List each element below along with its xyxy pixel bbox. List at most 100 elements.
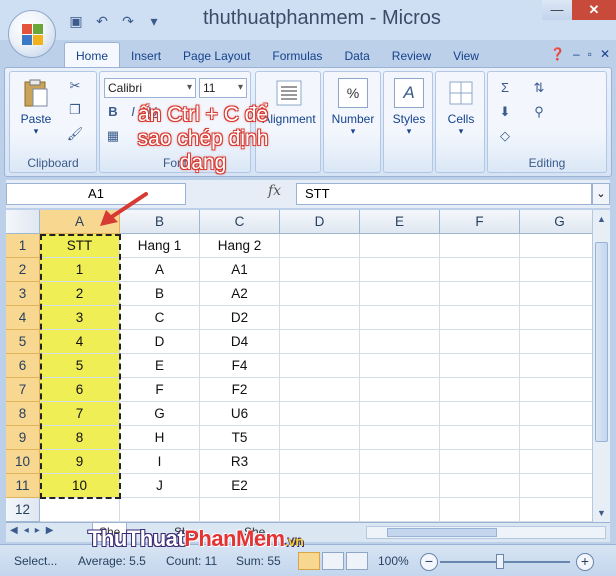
col-header-f[interactable]: F bbox=[440, 210, 520, 234]
cell-b8[interactable]: G bbox=[120, 402, 200, 426]
col-header-d[interactable]: D bbox=[280, 210, 360, 234]
tab-insert[interactable]: Insert bbox=[120, 44, 172, 68]
cell-c10[interactable]: R3 bbox=[200, 450, 280, 474]
scroll-up-icon[interactable]: ▲ bbox=[595, 212, 608, 226]
cell-e1[interactable] bbox=[360, 234, 440, 258]
cell-g12[interactable] bbox=[520, 498, 592, 522]
cell-a12[interactable] bbox=[40, 498, 120, 522]
cell-c1[interactable]: Hang 2 bbox=[200, 234, 280, 258]
row-header[interactable]: 4 bbox=[6, 306, 40, 330]
copy-icon[interactable]: ❐ bbox=[66, 102, 84, 118]
cell-a1[interactable]: STT bbox=[40, 234, 120, 258]
next-sheet-icon[interactable]: ▸ bbox=[35, 525, 40, 536]
cell-f11[interactable] bbox=[440, 474, 520, 498]
cell-c2[interactable]: A1 bbox=[200, 258, 280, 282]
cell-b7[interactable]: F bbox=[120, 378, 200, 402]
undo-icon[interactable]: ↶ bbox=[92, 12, 112, 30]
tab-page-layout[interactable]: Page Layout bbox=[172, 44, 261, 68]
ribbon-close-icon[interactable]: ✕ bbox=[600, 47, 610, 61]
cell-g7[interactable] bbox=[520, 378, 592, 402]
find-select-icon[interactable]: ⚲ bbox=[530, 104, 548, 120]
cell-b11[interactable]: J bbox=[120, 474, 200, 498]
row-header[interactable]: 10 bbox=[6, 450, 40, 474]
tab-review[interactable]: Review bbox=[381, 44, 442, 68]
number-button[interactable]: % Number ▾ bbox=[326, 78, 380, 137]
cell-b10[interactable]: I bbox=[120, 450, 200, 474]
cell-c3[interactable]: A2 bbox=[200, 282, 280, 306]
prev-sheet-icon[interactable]: ◂ bbox=[24, 525, 29, 536]
cell-a7[interactable]: 6 bbox=[40, 378, 120, 402]
cell-e6[interactable] bbox=[360, 354, 440, 378]
cell-d5[interactable] bbox=[280, 330, 360, 354]
tab-data[interactable]: Data bbox=[333, 44, 380, 68]
select-all-corner[interactable] bbox=[6, 210, 40, 234]
cell-d9[interactable] bbox=[280, 426, 360, 450]
office-button[interactable] bbox=[8, 10, 56, 58]
row-header[interactable]: 3 bbox=[6, 282, 40, 306]
cell-a4[interactable]: 3 bbox=[40, 306, 120, 330]
sort-filter-icon[interactable]: ⇅ bbox=[530, 80, 548, 96]
cell-e12[interactable] bbox=[360, 498, 440, 522]
cell-e5[interactable] bbox=[360, 330, 440, 354]
help-icon[interactable]: ❓ bbox=[550, 47, 565, 61]
cell-g10[interactable] bbox=[520, 450, 592, 474]
zoom-in-icon[interactable]: + bbox=[576, 553, 594, 571]
cell-a6[interactable]: 5 bbox=[40, 354, 120, 378]
close-button[interactable]: ✕ bbox=[572, 0, 616, 20]
last-sheet-icon[interactable]: ▶ bbox=[46, 525, 54, 536]
styles-button[interactable]: A Styles ▾ bbox=[385, 78, 433, 137]
customize-qat-icon[interactable]: ▾ bbox=[144, 12, 164, 30]
cut-icon[interactable]: ✂ bbox=[66, 78, 84, 94]
cell-a10[interactable]: 9 bbox=[40, 450, 120, 474]
row-header[interactable]: 12 bbox=[6, 498, 40, 522]
col-header-e[interactable]: E bbox=[360, 210, 440, 234]
cell-d1[interactable] bbox=[280, 234, 360, 258]
format-painter-icon[interactable]: 🖌 bbox=[66, 126, 84, 142]
cell-g6[interactable] bbox=[520, 354, 592, 378]
cell-f8[interactable] bbox=[440, 402, 520, 426]
cell-b4[interactable]: C bbox=[120, 306, 200, 330]
row-header[interactable]: 8 bbox=[6, 402, 40, 426]
font-size-select[interactable]: 11 bbox=[199, 78, 247, 98]
cell-f4[interactable] bbox=[440, 306, 520, 330]
ribbon-minimize-icon[interactable]: – bbox=[573, 47, 580, 61]
scroll-thumb[interactable] bbox=[595, 242, 608, 442]
tab-view[interactable]: View bbox=[442, 44, 490, 68]
cell-g1[interactable] bbox=[520, 234, 592, 258]
cell-f5[interactable] bbox=[440, 330, 520, 354]
cell-c4[interactable]: D2 bbox=[200, 306, 280, 330]
row-header[interactable]: 11 bbox=[6, 474, 40, 498]
vertical-scrollbar[interactable]: ▲ ▼ bbox=[592, 210, 610, 522]
cell-e8[interactable] bbox=[360, 402, 440, 426]
cell-b5[interactable]: D bbox=[120, 330, 200, 354]
cell-d2[interactable] bbox=[280, 258, 360, 282]
row-header[interactable]: 1 bbox=[6, 234, 40, 258]
cell-e7[interactable] bbox=[360, 378, 440, 402]
cell-b2[interactable]: A bbox=[120, 258, 200, 282]
cell-d7[interactable] bbox=[280, 378, 360, 402]
cell-a5[interactable]: 4 bbox=[40, 330, 120, 354]
cell-a11[interactable]: 10 bbox=[40, 474, 120, 498]
cell-e10[interactable] bbox=[360, 450, 440, 474]
row-header[interactable]: 5 bbox=[6, 330, 40, 354]
cell-e9[interactable] bbox=[360, 426, 440, 450]
zoom-level[interactable]: 100% bbox=[378, 554, 409, 568]
cells-button[interactable]: Cells ▾ bbox=[437, 78, 485, 137]
paste-button[interactable]: Paste ▾ bbox=[14, 78, 58, 137]
cell-g9[interactable] bbox=[520, 426, 592, 450]
save-icon[interactable]: ▣ bbox=[66, 12, 86, 30]
cell-c7[interactable]: F2 bbox=[200, 378, 280, 402]
normal-view-icon[interactable] bbox=[298, 552, 320, 570]
redo-icon[interactable]: ↷ bbox=[118, 12, 138, 30]
cell-e3[interactable] bbox=[360, 282, 440, 306]
col-header-g[interactable]: G bbox=[520, 210, 592, 234]
cell-g8[interactable] bbox=[520, 402, 592, 426]
scroll-down-icon[interactable]: ▼ bbox=[595, 506, 608, 520]
cell-f7[interactable] bbox=[440, 378, 520, 402]
horizontal-scroll-thumb[interactable] bbox=[387, 528, 497, 537]
cell-a8[interactable]: 7 bbox=[40, 402, 120, 426]
insert-function-icon[interactable]: fx bbox=[268, 183, 281, 199]
tab-home[interactable]: Home bbox=[64, 42, 121, 68]
cell-e4[interactable] bbox=[360, 306, 440, 330]
expand-formula-icon[interactable]: ⌄ bbox=[592, 183, 610, 205]
